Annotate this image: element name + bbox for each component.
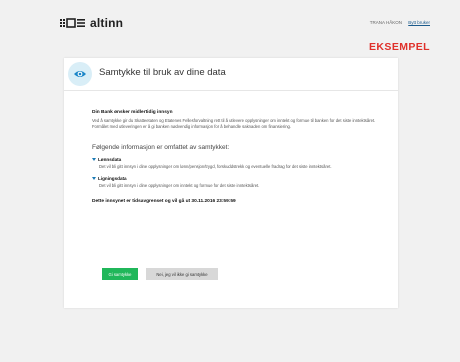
- decline-button[interactable]: Nei, jeg vil ikke gi samtykke: [146, 268, 218, 280]
- logo-text: altinn: [90, 16, 124, 30]
- included-title: Følgende informasjon er omfattet av samt…: [92, 144, 230, 151]
- toggle-ligningsdata[interactable]: Ligningsdata: [92, 176, 382, 181]
- eye-icon-badge: [68, 62, 92, 86]
- ligningsdata-text: Det vil bli gitt innsyn i dine opplysnin…: [99, 183, 260, 188]
- consent-content: Din Bank ønsker midlertidig innsyn Ved å…: [92, 110, 382, 204]
- triangle-down-icon: [92, 177, 96, 180]
- accept-button[interactable]: Gi samtykke: [102, 268, 138, 280]
- card-header: Samtykke til bruk av dine data: [64, 58, 398, 91]
- sample-stamp: EKSEMPEL: [369, 41, 430, 53]
- switch-user-link[interactable]: Bytt bruker: [408, 20, 430, 25]
- altinn-logo[interactable]: altinn: [60, 16, 123, 30]
- expiry-notice: Dette innsynet er tidsavgrenset og vil g…: [92, 199, 236, 204]
- action-buttons: Gi samtykke Nei, jeg vil ikke gi samtykk…: [102, 268, 218, 280]
- consent-card: Samtykke til bruk av dine data Din Bank …: [64, 58, 398, 308]
- intro-text: Ved å samtykke gir du Skatteetaten og Et…: [92, 118, 376, 129]
- eye-icon: [74, 71, 86, 77]
- toggle-label: Ligningsdata: [98, 176, 127, 181]
- user-info: TRANA HÅKON Bytt bruker: [370, 20, 430, 25]
- toggle-label: Lønnsdata: [98, 157, 122, 162]
- top-bar: altinn TRANA HÅKON Bytt bruker: [0, 0, 460, 40]
- toggle-lonnsdata[interactable]: Lønnsdata: [92, 157, 382, 162]
- altinn-logo-icon: [60, 18, 85, 28]
- user-name: TRANA HÅKON: [369, 20, 402, 25]
- triangle-down-icon: [92, 158, 96, 161]
- intro-heading: Din Bank ønsker midlertidig innsyn: [92, 110, 173, 115]
- card-title: Samtykke til bruk av dine data: [99, 67, 226, 78]
- lonnsdata-text: Det vil bli gitt innsyn i dine opplysnin…: [99, 164, 332, 169]
